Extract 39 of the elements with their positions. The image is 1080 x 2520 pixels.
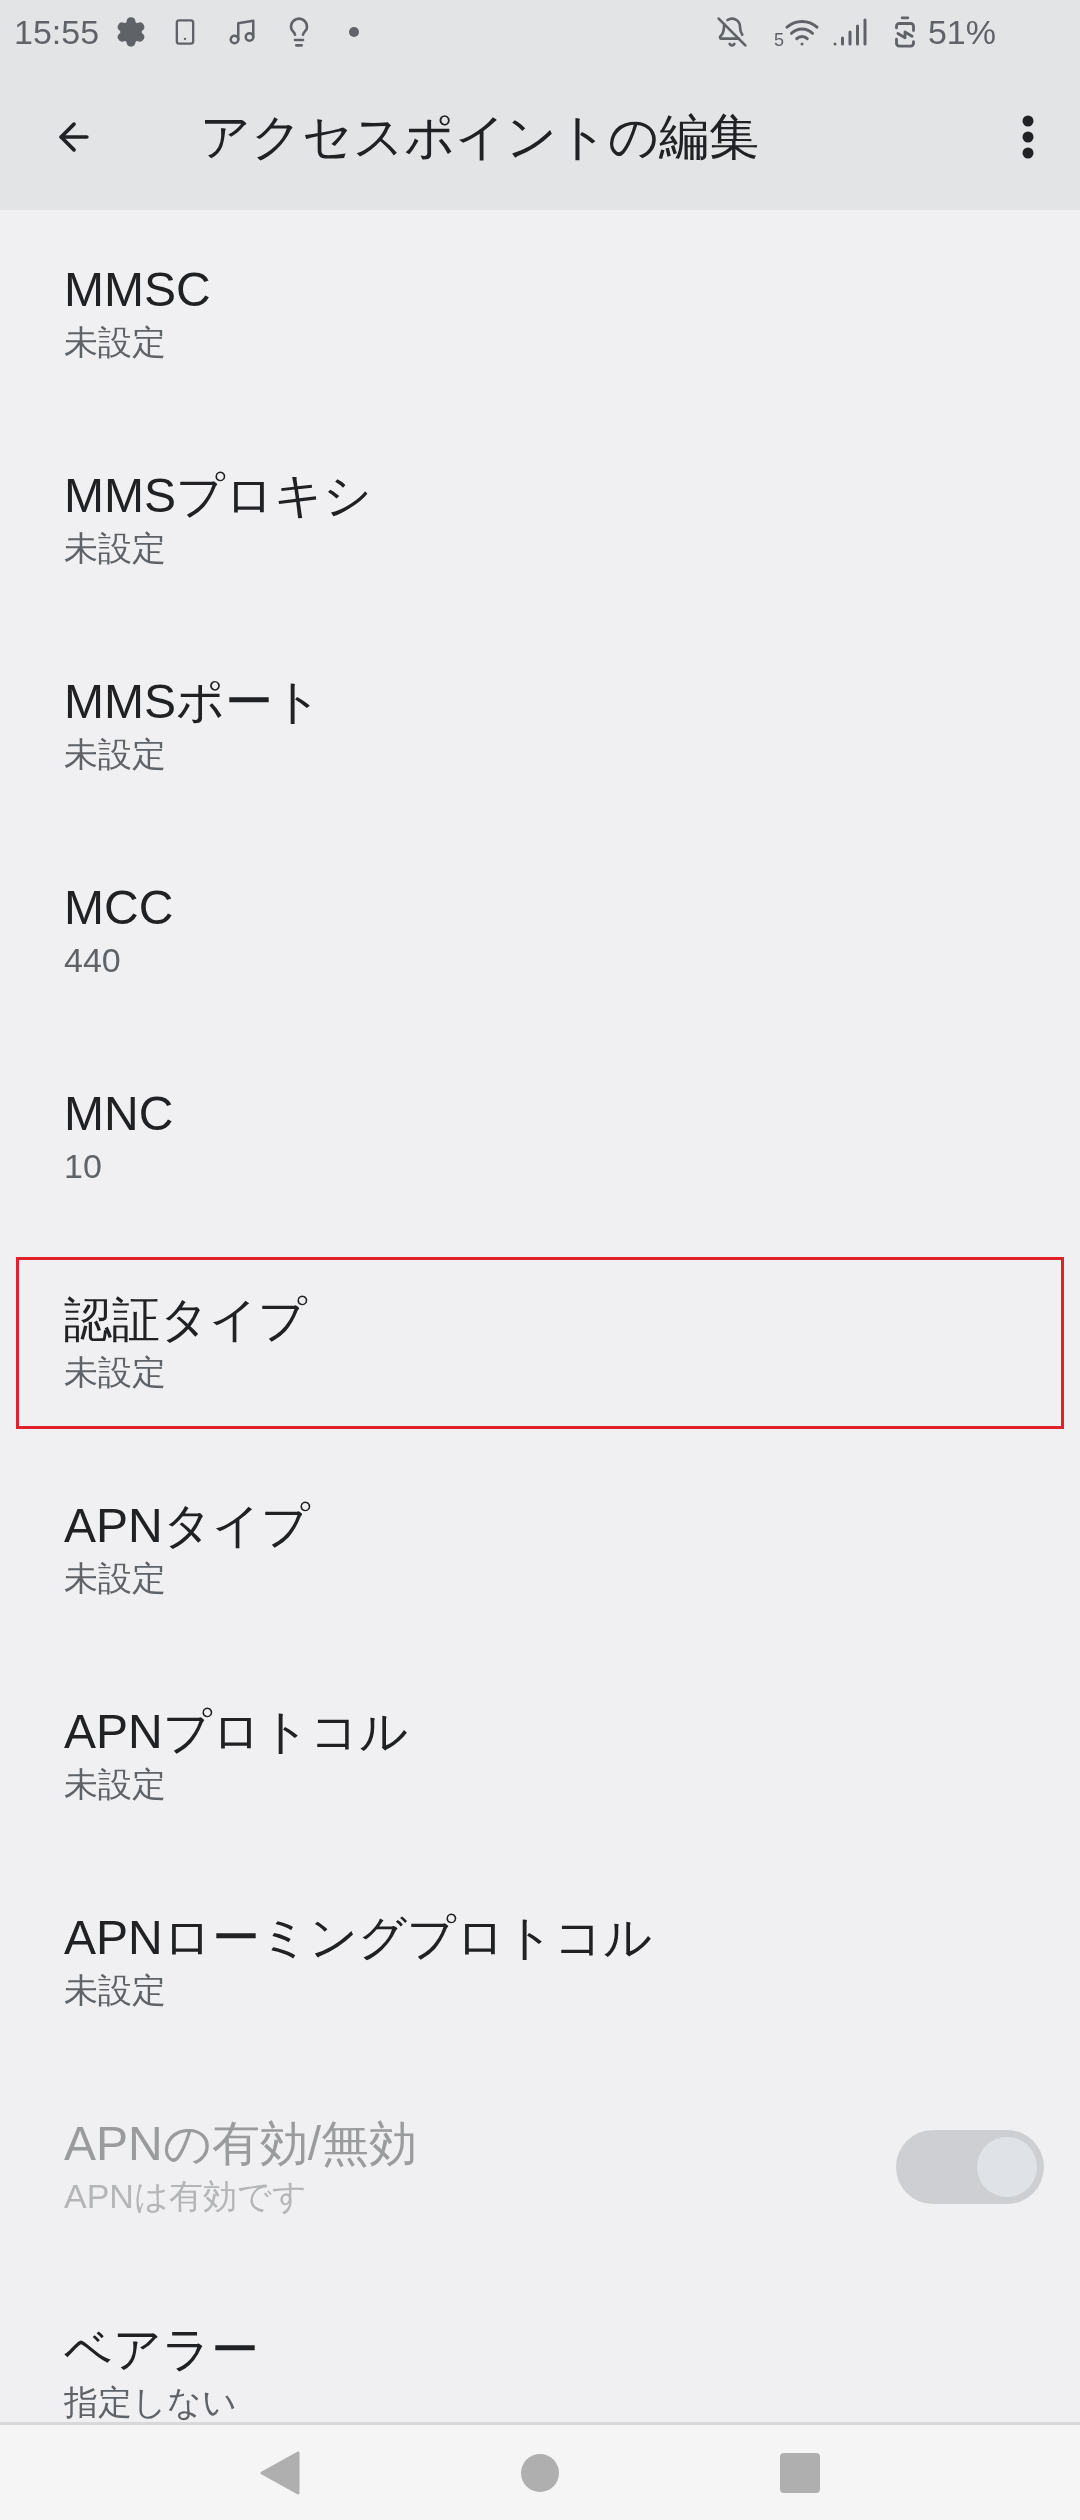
setting-item[interactable]: ベアラー 指定しない bbox=[0, 2270, 1080, 2476]
setting-title: APNタイプ bbox=[64, 1498, 310, 1554]
setting-item[interactable]: MCC 440 bbox=[0, 828, 1080, 1034]
setting-item[interactable]: 認証タイプ 未設定 bbox=[16, 1257, 1064, 1429]
page-title: アクセスポイントの編集 bbox=[200, 107, 759, 167]
setting-summary: 未設定 bbox=[64, 322, 166, 363]
setting-title: 認証タイプ bbox=[64, 1292, 307, 1348]
setting-item[interactable]: MMSポート 未設定 bbox=[0, 622, 1080, 828]
setting-item[interactable]: APNプロトコル 未設定 bbox=[0, 1652, 1080, 1858]
setting-summary: 未設定 bbox=[64, 1352, 166, 1393]
clock: 15:55 bbox=[14, 11, 100, 53]
setting-title: APNの有効/無効 bbox=[64, 2116, 418, 2172]
music-note-icon bbox=[227, 17, 258, 47]
setting-item[interactable]: MMSC 未設定 bbox=[0, 210, 1080, 416]
setting-summary: 440 bbox=[64, 940, 121, 981]
setting-summary: 未設定 bbox=[64, 528, 166, 569]
setting-summary: APNは有効です bbox=[64, 2176, 307, 2217]
bell-off-icon bbox=[715, 16, 748, 48]
setting-summary: 未設定 bbox=[64, 734, 166, 775]
setting-summary: 未設定 bbox=[64, 1558, 166, 1599]
setting-title: MMSポート bbox=[64, 674, 322, 730]
setting-summary: 指定しない bbox=[64, 2382, 237, 2423]
setting-title: MNC bbox=[64, 1086, 174, 1142]
more-vert-icon bbox=[1022, 115, 1034, 159]
wifi-band-label: 5 bbox=[773, 29, 784, 52]
setting-summary: 10 bbox=[64, 1146, 102, 1187]
setting-summary: 未設定 bbox=[64, 1764, 166, 1805]
battery-percent: 51% bbox=[927, 11, 996, 53]
setting-summary: 未設定 bbox=[64, 1970, 166, 2011]
setting-item[interactable]: MNC 10 bbox=[0, 1034, 1080, 1240]
setting-title: APNプロトコル bbox=[64, 1704, 408, 1760]
setting-title: ベアラー bbox=[64, 2322, 259, 2378]
setting-item[interactable]: MMSプロキシ 未設定 bbox=[0, 416, 1080, 622]
setting-title: MCC bbox=[64, 880, 174, 936]
setting-title: APNローミングプロトコル bbox=[64, 1910, 652, 1966]
setting-title: MMSプロキシ bbox=[64, 468, 372, 524]
setting-title: MMSC bbox=[64, 262, 211, 318]
setting-item[interactable]: APNタイプ 未設定 bbox=[0, 1446, 1080, 1652]
setting-item[interactable]: APNローミングプロトコル 未設定 bbox=[0, 1858, 1080, 2064]
